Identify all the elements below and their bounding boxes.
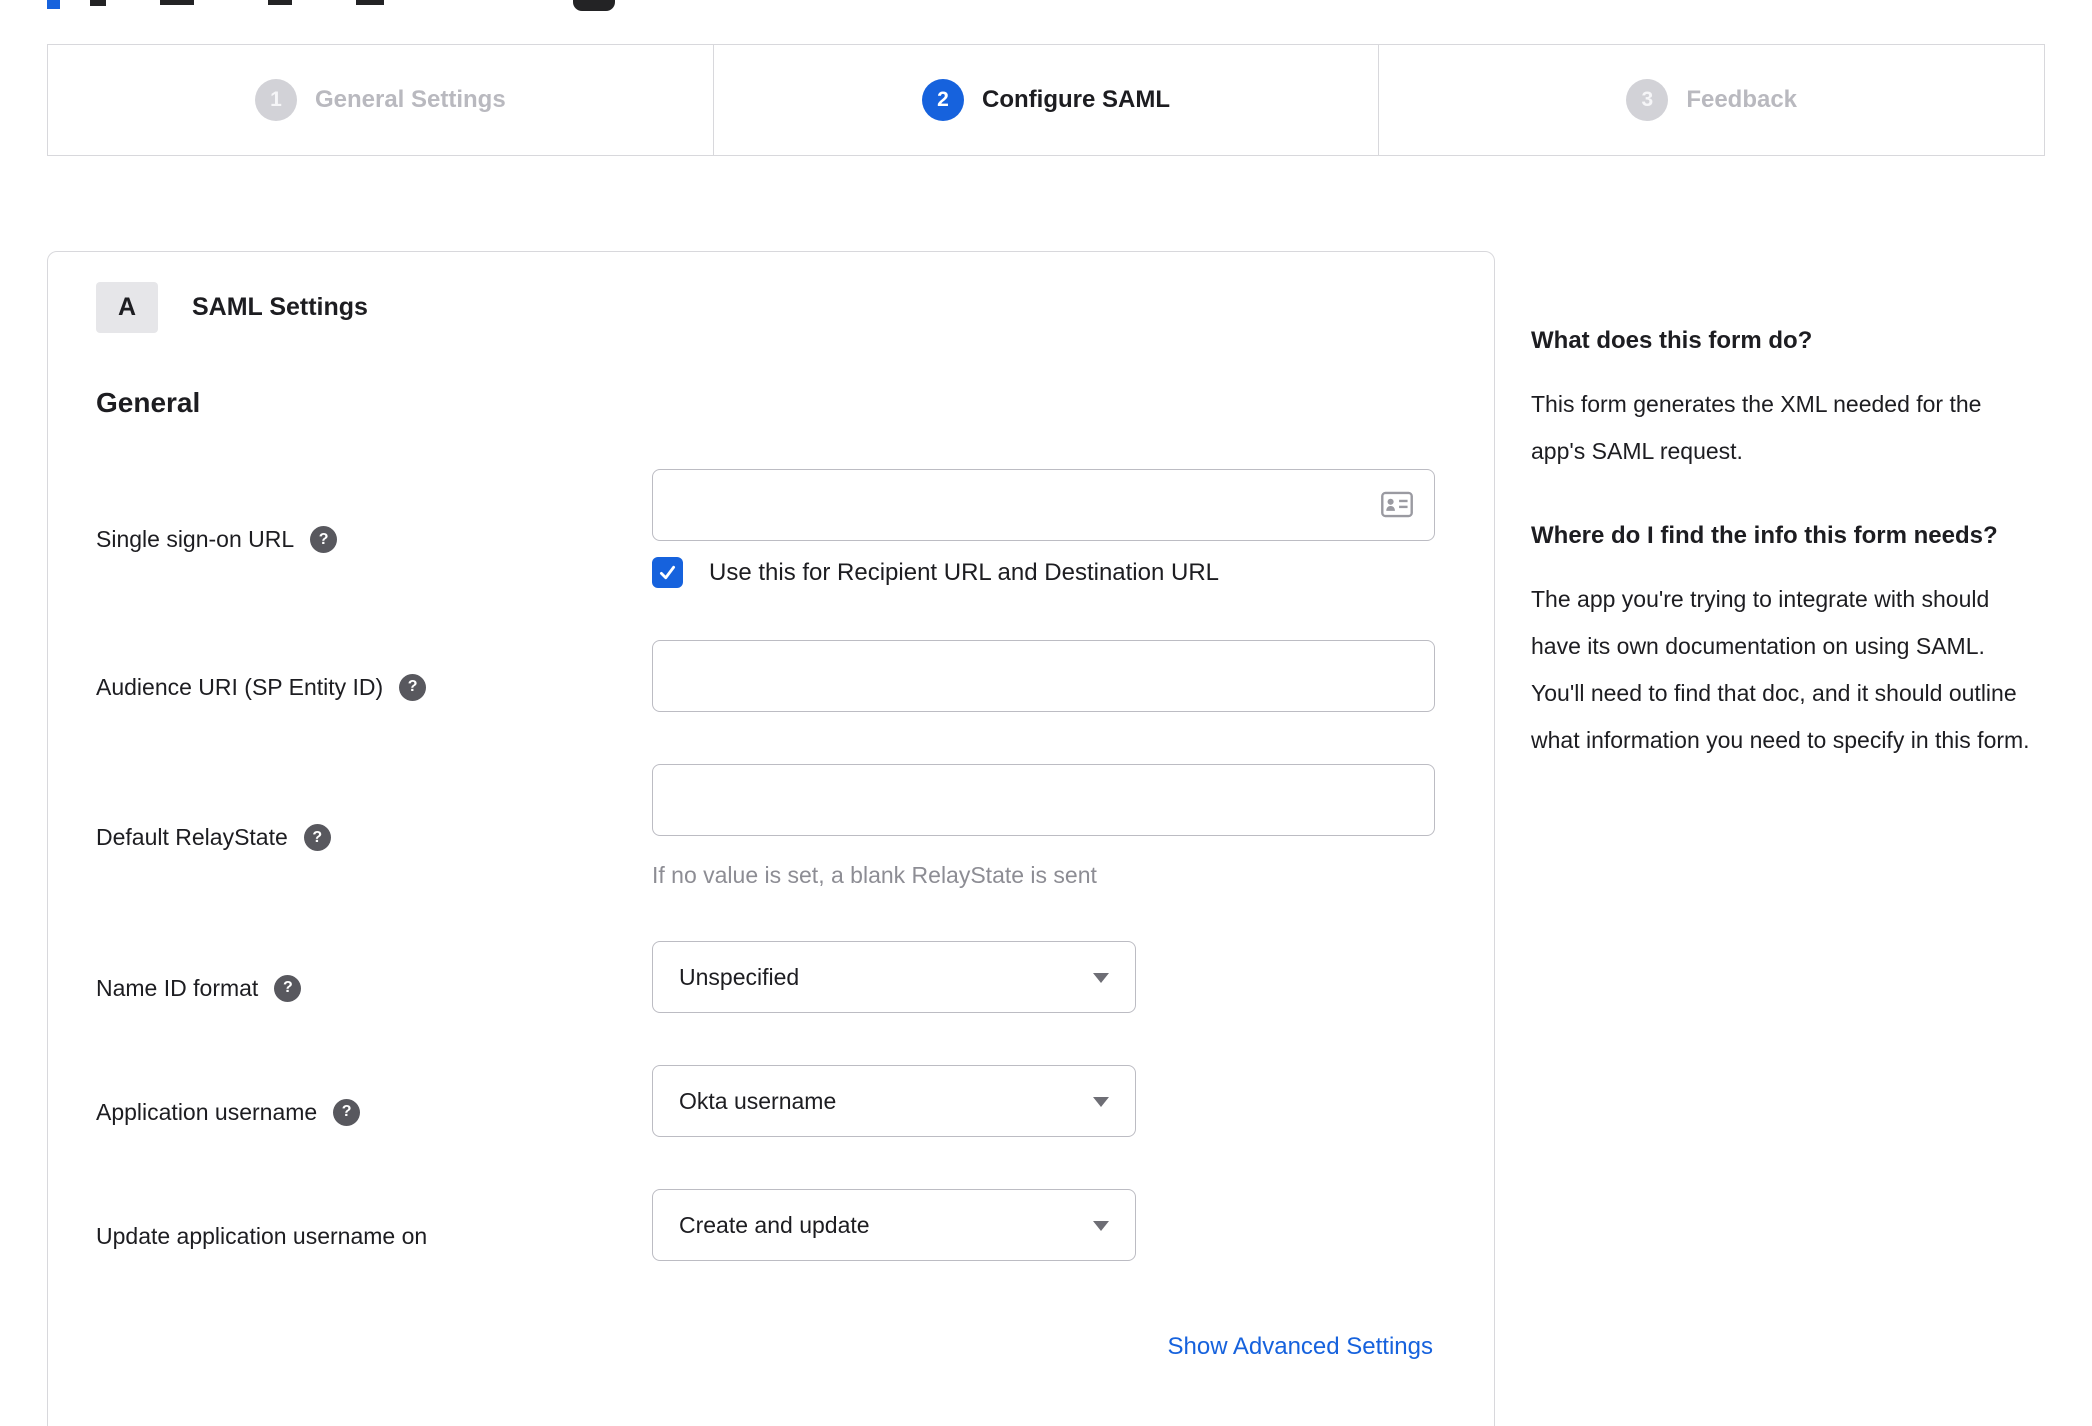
application-username-control: Okta username	[652, 1065, 1433, 1137]
name-id-format-value: Unspecified	[679, 963, 800, 990]
name-id-format-select[interactable]: Unspecified	[652, 941, 1136, 1013]
clipped-header-fragment	[160, 0, 194, 5]
update-username-value: Create and update	[679, 1211, 870, 1238]
audience-uri-control	[652, 640, 1435, 712]
panel-title: SAML Settings	[192, 293, 368, 321]
name-id-format-label-wrap: Name ID format ?	[96, 941, 652, 1013]
saml-form: Single sign-on URL ? Use this for Recipi…	[96, 469, 1435, 1361]
step-label: General Settings	[314, 86, 506, 113]
chevron-down-icon	[1093, 1221, 1109, 1231]
application-username-value: Okta username	[679, 1087, 837, 1114]
update-username-label: Update application username on	[96, 1222, 428, 1249]
form-row-sso-url: Single sign-on URL ? Use this for Recipi…	[96, 469, 1435, 588]
help-icon[interactable]: ?	[399, 673, 427, 701]
sso-url-control: Use this for Recipient URL and Destinati…	[652, 469, 1435, 588]
recipient-url-checkbox-label: Use this for Recipient URL and Destinati…	[709, 558, 1220, 586]
general-section-title: General	[96, 387, 201, 418]
wizard-stepper: 1 General Settings 2 Configure SAML 3 Fe…	[47, 44, 2046, 156]
relay-state-input[interactable]	[652, 764, 1435, 836]
form-row-relay-state: Default RelayState ? If no value is set,…	[96, 764, 1435, 889]
sso-url-input[interactable]	[652, 469, 1435, 541]
application-username-select[interactable]: Okta username	[652, 1065, 1136, 1137]
step-number-badge: 3	[1626, 79, 1669, 121]
section-a-badge: A	[96, 282, 158, 333]
update-username-control: Create and update	[652, 1189, 1433, 1261]
step-general-settings[interactable]: 1 General Settings	[47, 44, 714, 156]
clipped-header-fragment	[356, 0, 384, 5]
clipped-app-icon	[573, 0, 615, 11]
sidebar-answer-2: The app you're trying to integrate with …	[1531, 586, 2030, 753]
relay-state-control: If no value is set, a blank RelayState i…	[652, 764, 1435, 889]
panel-header: A SAML Settings	[96, 282, 1433, 333]
step-label: Feedback	[1686, 86, 1798, 113]
update-username-label-wrap: Update application username on	[96, 1189, 652, 1261]
chevron-down-icon	[1093, 973, 1109, 983]
sidebar-answer-1: This form generates the XML needed for t…	[1531, 391, 1982, 464]
update-username-select[interactable]: Create and update	[652, 1189, 1136, 1261]
advanced-settings-row: Show Advanced Settings	[96, 1333, 1433, 1361]
show-advanced-settings-link[interactable]: Show Advanced Settings	[1167, 1333, 1433, 1360]
clipped-header-fragment	[268, 0, 292, 5]
recipient-url-checkbox-row: Use this for Recipient URL and Destinati…	[652, 557, 1435, 588]
audience-uri-input[interactable]	[652, 640, 1435, 712]
clipped-header-fragment	[47, 0, 60, 9]
clipped-header-fragment	[90, 0, 106, 6]
step-number-badge: 2	[922, 79, 965, 121]
sidebar-question-2: Where do I find the info this form needs…	[1531, 522, 1998, 549]
sidebar-question-1: What does this form do?	[1531, 327, 1813, 354]
checkmark-icon	[659, 565, 676, 580]
recipient-url-checkbox[interactable]	[652, 557, 683, 588]
step-number-badge: 1	[254, 79, 297, 121]
step-configure-saml[interactable]: 2 Configure SAML	[712, 44, 1380, 156]
help-icon[interactable]: ?	[310, 526, 338, 553]
form-row-audience-uri: Audience URI (SP Entity ID) ?	[96, 640, 1435, 712]
form-row-update-username: Update application username on Create an…	[96, 1189, 1433, 1261]
relay-state-label: Default RelayState	[96, 824, 288, 850]
application-username-label-wrap: Application username ?	[96, 1065, 652, 1137]
audience-uri-label: Audience URI (SP Entity ID)	[96, 673, 384, 700]
chevron-down-icon	[1093, 1097, 1109, 1107]
relay-state-label-wrap: Default RelayState ?	[96, 764, 652, 889]
vcard-icon[interactable]	[1381, 491, 1413, 518]
application-username-label: Application username	[96, 1098, 318, 1125]
step-feedback[interactable]: 3 Feedback	[1378, 44, 2046, 156]
help-icon[interactable]: ?	[303, 824, 331, 851]
help-sidebar: What does this form do? This form genera…	[1531, 322, 2031, 806]
audience-uri-label-wrap: Audience URI (SP Entity ID) ?	[96, 640, 652, 712]
sso-url-label: Single sign-on URL	[96, 526, 295, 552]
sso-url-label-wrap: Single sign-on URL ?	[96, 469, 652, 588]
saml-settings-panel: A SAML Settings General Single sign-on U…	[47, 251, 1495, 1426]
form-row-application-username: Application username ? Okta username	[96, 1065, 1433, 1137]
configure-saml-page: 1 General Settings 2 Configure SAML 3 Fe…	[0, 0, 2092, 1426]
name-id-format-control: Unspecified	[652, 941, 1433, 1013]
relay-state-hint: If no value is set, a blank RelayState i…	[652, 862, 1097, 888]
help-icon[interactable]: ?	[274, 974, 302, 1002]
form-row-name-id-format: Name ID format ? Unspecified	[96, 941, 1433, 1013]
step-label: Configure SAML	[982, 86, 1170, 113]
name-id-format-label: Name ID format	[96, 974, 259, 1001]
help-icon[interactable]: ?	[333, 1098, 361, 1126]
